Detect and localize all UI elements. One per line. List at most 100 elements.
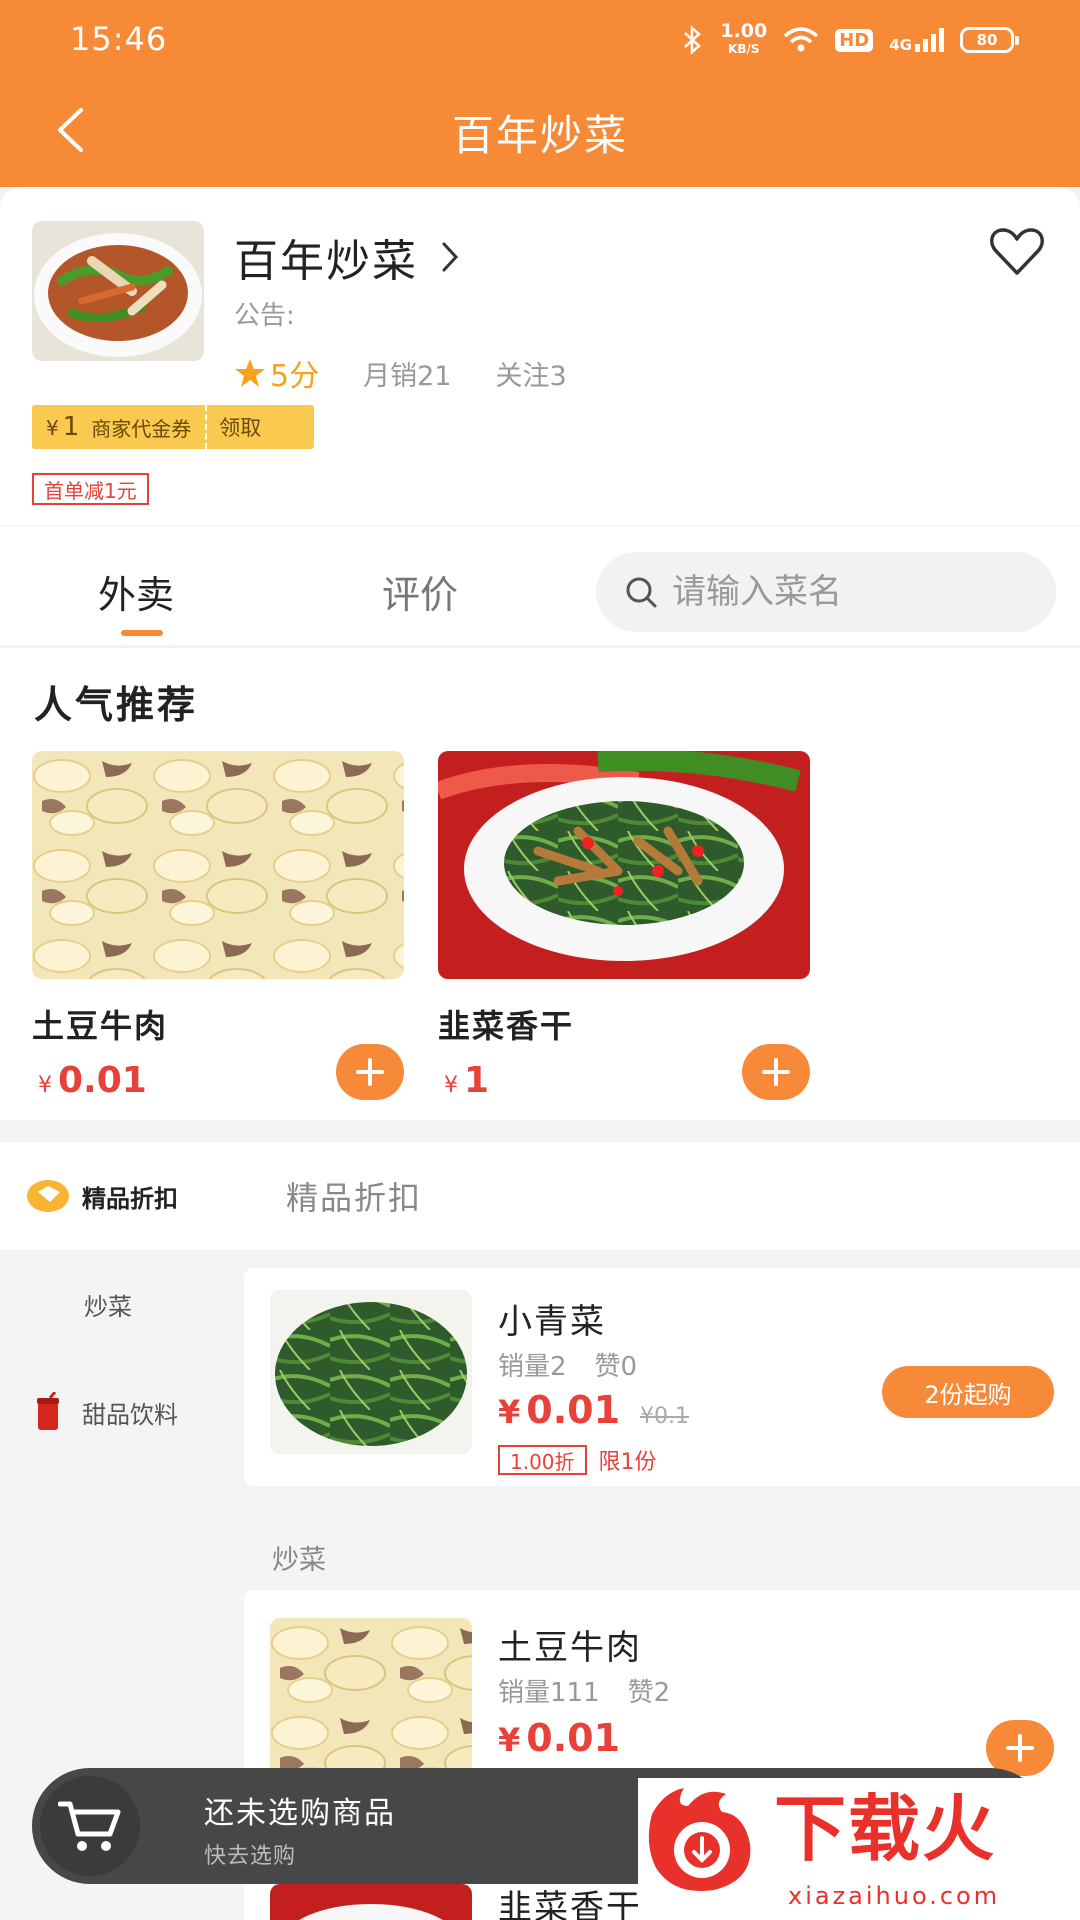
shop-image[interactable]	[32, 221, 204, 361]
dish-image	[270, 1618, 472, 1782]
followers-count: 关注3	[495, 360, 567, 392]
category-label: 炒菜	[272, 1545, 326, 1576]
popular-section: 人气推荐 土豆牛肉 ¥0.01 韭菜香干 ¥1	[0, 648, 1080, 1120]
watermark-url: xiazaihuo.com	[788, 1882, 1001, 1910]
popular-item-price: ¥0.01	[38, 1060, 147, 1101]
original-price: ¥0.1	[640, 1404, 690, 1429]
coupon-currency: ¥	[46, 416, 59, 440]
dish-name: 土豆牛肉	[498, 1628, 642, 1668]
network-type: 4G	[889, 36, 912, 54]
popular-item-price: ¥1	[444, 1060, 489, 1101]
add-to-cart-button[interactable]	[742, 1044, 810, 1100]
coupon-claim-button[interactable]: 领取	[219, 412, 261, 442]
popular-item-name: 土豆牛肉	[32, 1007, 169, 1045]
rating-value: 5分	[270, 359, 320, 394]
tab-reviews[interactable]: 评价	[382, 564, 458, 619]
tab-bar: 外卖 评价	[0, 525, 1080, 645]
greens-image	[270, 1290, 472, 1454]
cart-empty-text: 还未选购商品	[204, 1796, 396, 1831]
page-title: 百年炒菜	[451, 111, 628, 160]
popular-item-name: 韭菜香干	[438, 1007, 575, 1045]
search-icon	[626, 577, 657, 608]
shop-stats: 5分 月销21 关注3	[234, 351, 611, 395]
dish-likes: 赞0	[594, 1352, 638, 1382]
dish-item[interactable]: 小青菜 销量2 赞0 ¥0.01 ¥0.1 1.00折 限1份 2份起购	[244, 1268, 1080, 1486]
shop-dish-image	[32, 221, 204, 361]
tag-icon	[26, 1174, 70, 1218]
dish-image	[270, 1884, 472, 1920]
dish-stats: 销量2 赞0	[498, 1346, 637, 1383]
potato-beef-image	[270, 1618, 472, 1782]
popular-item-image	[32, 751, 404, 979]
status-icons: 1.00 KB/S HD 4G 80	[682, 20, 1019, 60]
dish-sales: 销量2	[498, 1352, 567, 1382]
shop-name: 百年炒菜	[234, 236, 418, 287]
shop-rating: 5分	[234, 351, 319, 395]
dish-name: 韭菜香干	[498, 1888, 642, 1920]
battery-level: 80	[976, 31, 998, 49]
chevron-right-icon	[442, 242, 459, 272]
shop-notice: 公告:	[234, 301, 295, 331]
popular-title: 人气推荐	[34, 683, 199, 727]
sidebar-item-label: 精品折扣	[82, 1184, 178, 1213]
network-speed: 1.00 KB/S	[720, 22, 767, 58]
speed-value: 1.00	[720, 20, 768, 42]
chive-tofu-image	[270, 1884, 472, 1920]
plus-icon	[1006, 1734, 1034, 1762]
status-time: 15:46	[70, 20, 168, 58]
sidebar-item-stir-fry[interactable]: 炒菜	[0, 1250, 242, 1358]
drink-icon	[26, 1390, 70, 1434]
price-value: 0.01	[526, 1388, 621, 1432]
status-bar: 15:46 1.00 KB/S HD 4G 80	[0, 0, 1080, 80]
dish-price: ¥0.01	[498, 1716, 620, 1760]
add-to-cart-button[interactable]	[336, 1044, 404, 1100]
price-value: 1	[464, 1060, 490, 1101]
sidebar-item-discount[interactable]: 精品折扣	[0, 1142, 242, 1250]
wifi-icon	[784, 27, 819, 52]
shop-name-link[interactable]: 百年炒菜	[234, 225, 460, 289]
first-order-tag: 首单减1元	[32, 473, 149, 505]
currency-symbol: ¥	[498, 1393, 521, 1431]
sidebar-item-label: 甜品饮料	[82, 1400, 178, 1429]
watermark: 下载火 xiazaihuo.com	[638, 1778, 1080, 1920]
tab-takeout[interactable]: 外卖	[98, 564, 174, 619]
dish-likes: 赞2	[627, 1678, 671, 1708]
hd-badge: HD	[835, 28, 874, 52]
popular-item[interactable]: 韭菜香干	[438, 751, 810, 1047]
flame-logo-icon	[648, 1788, 751, 1892]
coupon-card[interactable]: ¥1 商家代金券 领取	[32, 405, 314, 449]
sidebar-item-label: 炒菜	[84, 1292, 132, 1321]
price-value: 0.01	[526, 1716, 621, 1760]
plus-icon	[356, 1058, 384, 1086]
dish-name: 小青菜	[498, 1302, 606, 1342]
bluetooth-icon	[684, 25, 702, 55]
discount-tag: 1.00折	[498, 1445, 587, 1475]
section-header: 精品折扣	[242, 1142, 1080, 1250]
plus-icon	[762, 1058, 790, 1086]
search-box[interactable]	[596, 552, 1056, 632]
star-icon	[235, 359, 265, 387]
coupon-divider	[205, 405, 208, 449]
favorite-button[interactable]	[988, 223, 1046, 281]
nav-bar: 百年炒菜	[0, 90, 1080, 170]
signal-icon: 4G	[889, 28, 944, 54]
coupon-value: 1	[62, 412, 80, 442]
currency-symbol: ¥	[498, 1721, 521, 1759]
dish-tags: 1.00折 限1份	[498, 1444, 657, 1476]
coupon-text: 商家代金券	[91, 416, 192, 441]
watermark-title: 下载火	[774, 1787, 997, 1871]
dish-sales: 销量111	[498, 1678, 600, 1708]
dish-stats: 销量111 赞2	[498, 1672, 670, 1709]
monthly-sales: 月销21	[363, 360, 452, 392]
tab-indicator	[121, 630, 163, 636]
currency-symbol: ¥	[38, 1073, 52, 1098]
sidebar-item-drinks[interactable]: 甜品饮料	[0, 1358, 242, 1466]
search-input[interactable]	[672, 572, 1032, 612]
popular-item[interactable]: 土豆牛肉	[32, 751, 404, 1047]
potato-beef-image	[32, 751, 404, 979]
speed-unit: KB/S	[728, 42, 760, 56]
cart-button[interactable]	[40, 1776, 140, 1876]
min-purchase-button[interactable]: 2份起购	[882, 1366, 1054, 1418]
cart-hint: 快去选购	[204, 1844, 297, 1869]
heart-icon	[990, 228, 1044, 275]
